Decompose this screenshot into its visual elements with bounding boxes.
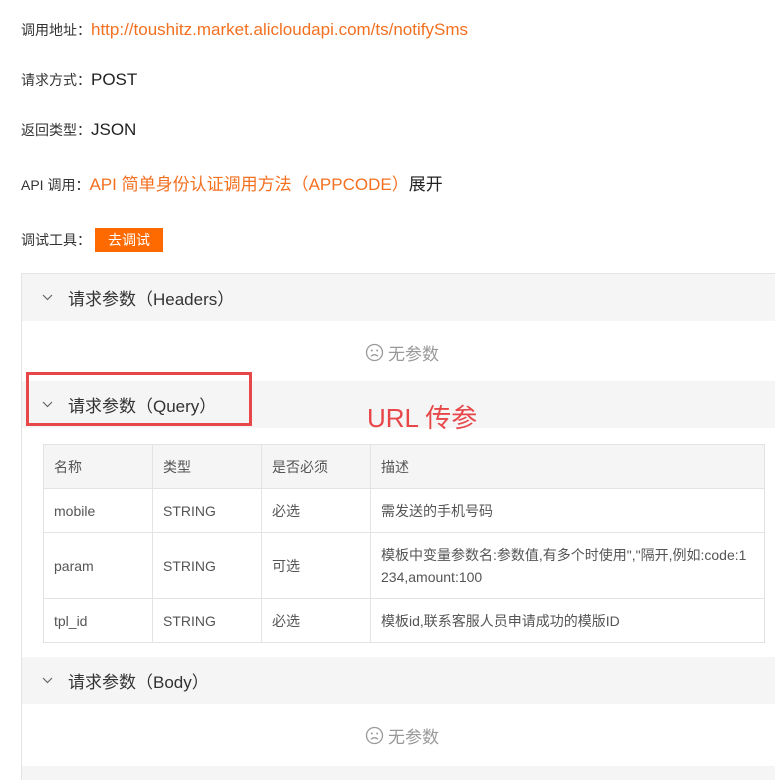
url-row: 调用地址： http://toushitz.market.alicloudapi… (21, 20, 468, 40)
url-link[interactable]: http://toushitz.market.alicloudapi.com/t… (91, 20, 468, 40)
query-params-table: 名称 类型 是否必须 描述 mobile STRING 必选 需发送的手机号码 … (43, 444, 765, 643)
param-required: 必选 (261, 598, 371, 643)
api-auth-link[interactable]: API 简单身份认证调用方法（APPCODE） (89, 170, 408, 195)
column-header: 名称 (43, 444, 153, 489)
api-call-row: API 调用： API 简单身份认证调用方法（APPCODE） 展开 (21, 170, 443, 195)
return-type-label: 返回类型： (21, 122, 91, 138)
headers-empty-text: 无参数 (388, 345, 439, 364)
chevron-down-icon (41, 292, 53, 304)
annotation-label: URL 传参 (367, 403, 478, 433)
param-name: mobile (43, 488, 153, 533)
return-type-value: JSON (91, 120, 137, 139)
param-desc: 模板id,联系客服人员申请成功的模版ID (370, 598, 765, 643)
body-empty-text: 无参数 (388, 728, 439, 747)
table-header-row: 名称 类型 是否必须 描述 (43, 444, 765, 489)
table-row: tpl_id STRING 必选 模板id,联系客服人员申请成功的模版ID (43, 598, 765, 643)
api-call-label: API 调用： (21, 177, 90, 193)
url-label: 调用地址： (21, 22, 91, 38)
param-type: STRING (152, 532, 262, 599)
params-panel: 请求参数（Headers） 无参数 请求参数（Query） 名称 类型 是否必须… (21, 273, 775, 780)
return-type-row: 返回类型： JSON (21, 120, 136, 140)
method-label: 请求方式： (21, 72, 91, 88)
body-empty: 无参数 (22, 723, 775, 748)
table-row: mobile STRING 必选 需发送的手机号码 (43, 488, 765, 533)
highlight-annotation-box (26, 372, 252, 426)
column-header: 是否必须 (261, 444, 371, 489)
method-row: 请求方式： POST (21, 70, 137, 90)
param-type: STRING (152, 488, 262, 533)
param-required: 可选 (261, 532, 371, 599)
method-value: POST (91, 70, 138, 89)
param-required: 必选 (261, 488, 371, 533)
next-section-strip (22, 766, 775, 780)
section-body-title: 请求参数（Body） (68, 673, 209, 692)
section-body-toggle[interactable]: 请求参数（Body） (22, 657, 775, 704)
param-name: param (43, 532, 153, 599)
sad-face-icon (365, 726, 384, 745)
table-row: param STRING 可选 模板中变量参数名:参数值,有多个时使用","隔开… (43, 532, 765, 599)
column-header: 类型 (152, 444, 262, 489)
headers-empty: 无参数 (22, 340, 775, 365)
debug-button[interactable]: 去调试 (95, 228, 163, 252)
param-desc: 需发送的手机号码 (370, 488, 765, 533)
expand-link[interactable]: 展开 (409, 170, 443, 195)
section-headers-toggle[interactable]: 请求参数（Headers） (22, 274, 775, 321)
column-header: 描述 (370, 444, 765, 489)
chevron-down-icon (41, 675, 53, 687)
param-desc: 模板中变量参数名:参数值,有多个时使用","隔开,例如:code:1234,am… (370, 532, 765, 599)
param-type: STRING (152, 598, 262, 643)
debug-tool-row: 调试工具： 去调试 (21, 228, 163, 252)
sad-face-icon (365, 343, 384, 362)
section-headers-title: 请求参数（Headers） (68, 290, 235, 309)
param-name: tpl_id (43, 598, 153, 643)
debug-tool-label: 调试工具： (21, 232, 91, 248)
api-doc-page: 调用地址： http://toushitz.market.alicloudapi… (0, 0, 775, 780)
